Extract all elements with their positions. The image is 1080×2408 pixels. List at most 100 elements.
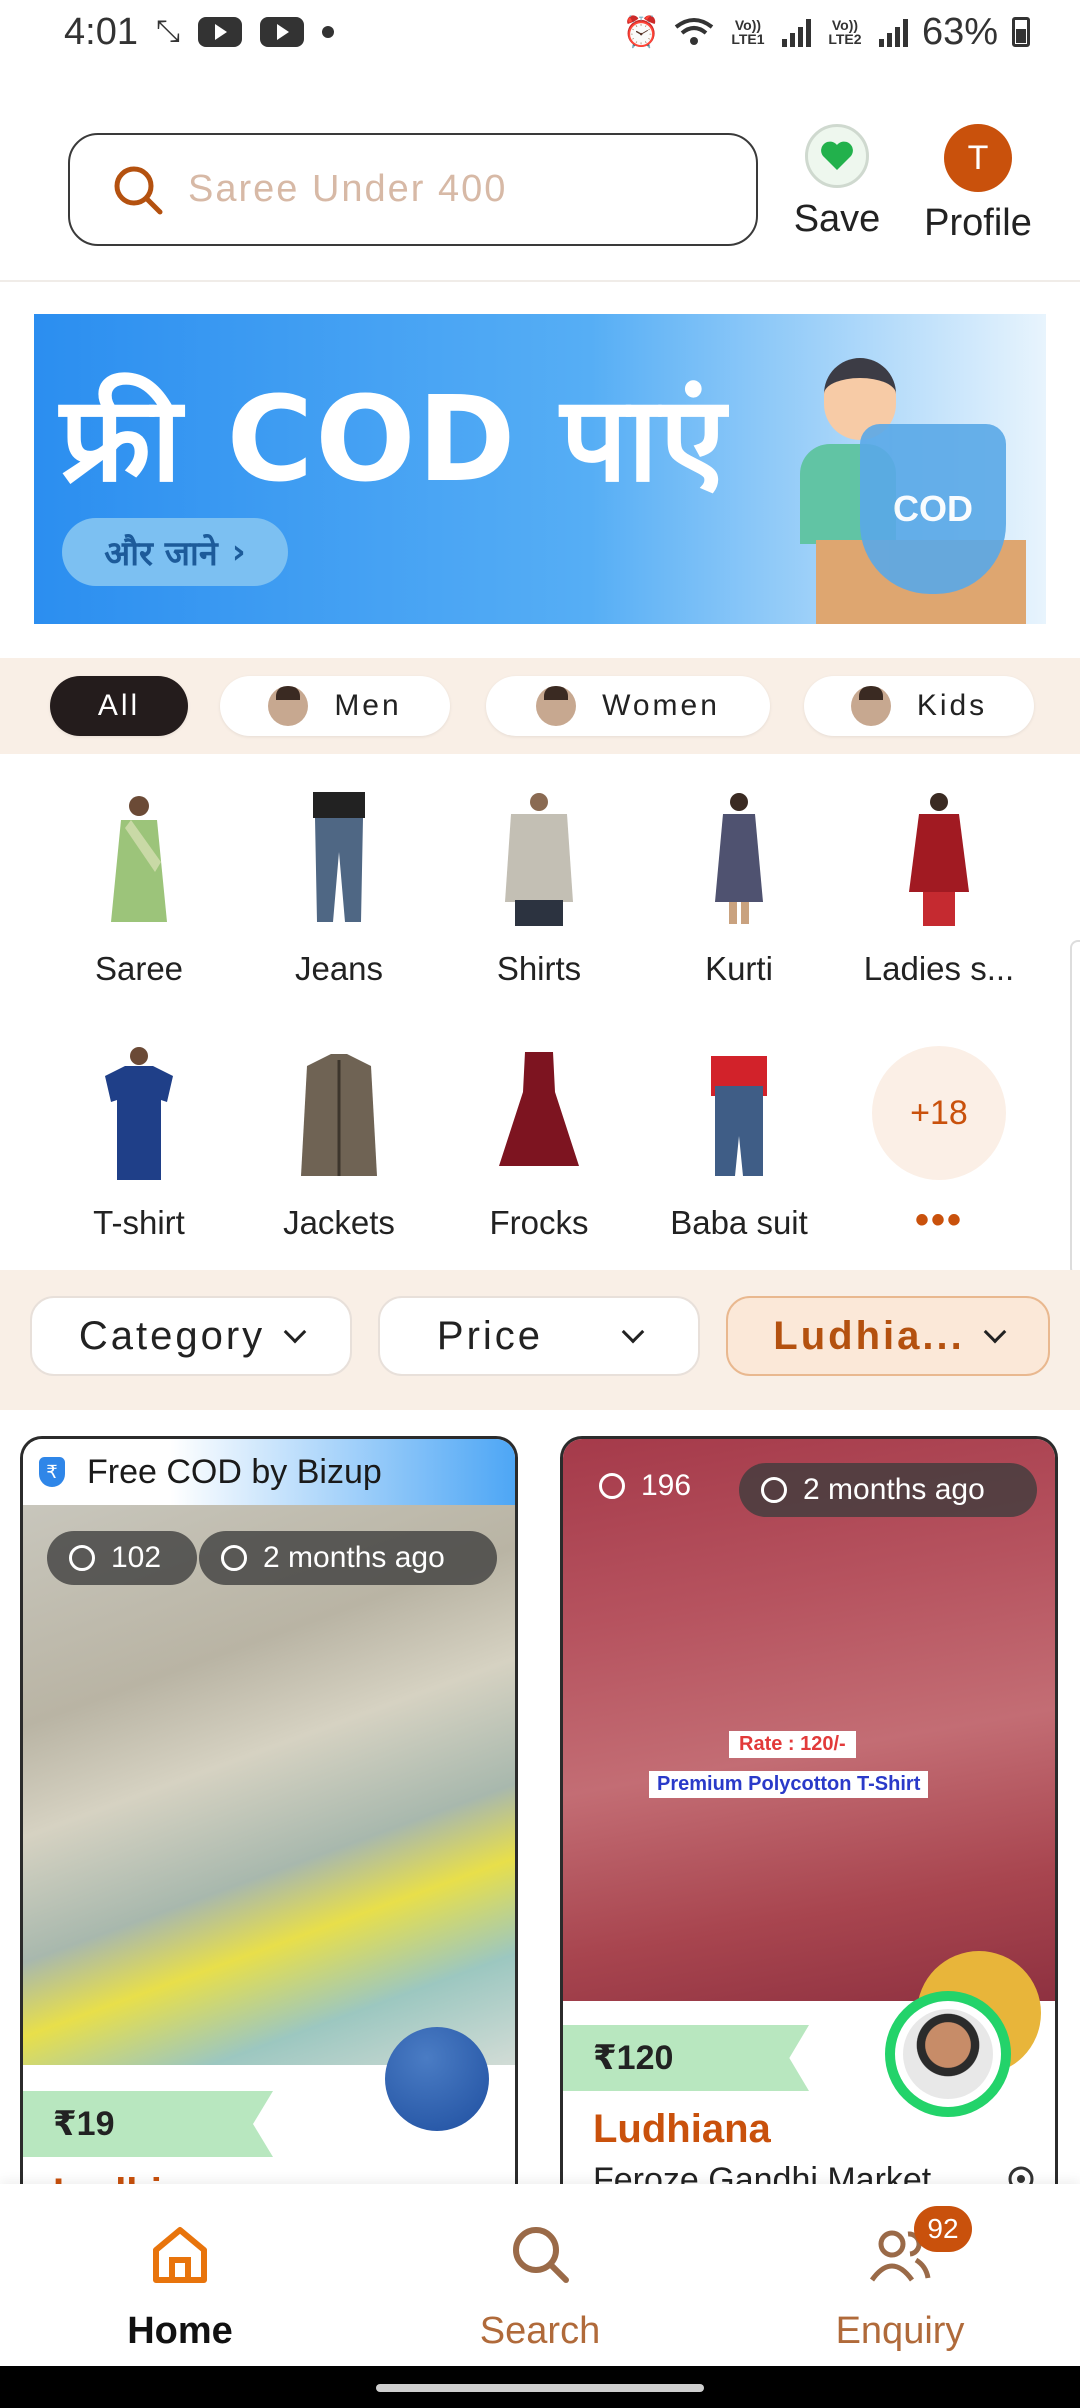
seller-logo	[385, 2027, 489, 2131]
views-count: 102	[111, 1541, 162, 1574]
price-value: ₹19	[53, 2105, 115, 2143]
category-filter-dropdown[interactable]: Category	[30, 1296, 352, 1376]
chevron-down-icon	[621, 1320, 645, 1344]
nav-search[interactable]: Search	[430, 2222, 650, 2353]
more-categories-count: +18	[872, 1046, 1006, 1180]
tab-all-label: All	[97, 689, 141, 722]
profile-label: Profile	[924, 202, 1032, 244]
category-label: Jackets	[283, 1204, 395, 1241]
tab-all[interactable]: All	[50, 676, 188, 736]
tab-women[interactable]: Women	[486, 676, 770, 736]
avatar: T	[944, 124, 1012, 192]
scrollbar[interactable]	[1070, 940, 1080, 1276]
save-label: Save	[793, 198, 881, 240]
category-label: T-shirt	[93, 1204, 185, 1241]
status-bar: 4:01 ⤡ ⏰ Vo)) LTE1 Vo)) LTE2 63%	[0, 0, 1080, 64]
whatsapp-icon	[599, 1473, 625, 1499]
category-label: Saree	[94, 950, 184, 987]
home-gesture-handle[interactable]	[376, 2384, 704, 2392]
banner-learn-more-button[interactable]: और जाने ›	[62, 518, 288, 586]
system-navigation-bar	[0, 2366, 1080, 2408]
clock-icon	[761, 1477, 787, 1503]
bottom-navigation: Home Search 92 Enquiry	[0, 2184, 1080, 2366]
shirt-image	[491, 792, 587, 926]
category-jackets[interactable]: Jackets	[244, 1046, 434, 1242]
signal-icon	[781, 17, 811, 47]
rate-text: Rate : 120/-	[739, 1733, 846, 1755]
product-name-text: Premium Polycotton T-Shirt	[657, 1773, 921, 1795]
chevron-down-icon	[283, 1320, 307, 1344]
save-button[interactable]: Save	[790, 124, 884, 241]
heart-icon	[805, 124, 869, 188]
kids-avatar	[850, 686, 891, 726]
category-tshirt[interactable]: T-shirt	[44, 1046, 234, 1242]
kurti-image	[691, 792, 787, 926]
jeans-image	[291, 792, 387, 926]
product-image	[23, 1505, 515, 2065]
men-avatar	[268, 686, 309, 726]
location-filter-label: Ludhia...	[773, 1313, 965, 1358]
promo-banner[interactable]: फ्री COD पाएं और जाने › COD	[34, 314, 1046, 624]
views-badge: 102	[47, 1531, 197, 1585]
avatar	[903, 2009, 993, 2099]
category-kurti[interactable]: Kurti	[644, 792, 834, 988]
location-filter-dropdown[interactable]: Ludhia...	[726, 1296, 1050, 1376]
category-label: Baba suit	[670, 1204, 808, 1241]
chevron-right-icon: ›	[231, 532, 246, 572]
product-card[interactable]: ₹ Free COD by Bizup 102 2 months ago ₹19…	[20, 1436, 518, 2196]
category-frocks[interactable]: Frocks	[444, 1046, 634, 1242]
tab-kids-label: Kids	[916, 689, 988, 722]
category-saree[interactable]: Saree	[44, 792, 234, 988]
search-icon	[513, 2227, 569, 2283]
category-label: Shirts	[496, 950, 582, 987]
product-name-sticker: Premium Polycotton T-Shirt	[649, 1771, 929, 1798]
time-text: 2 months ago	[803, 1473, 985, 1506]
product-card[interactable]: Rate : 120/- Premium Polycotton T-Shirt …	[560, 1436, 1058, 2196]
shield-text: COD	[893, 488, 973, 529]
category-label: Ladies s...	[863, 950, 1015, 987]
nav-home-label: Home	[127, 2310, 233, 2352]
seller-avatar[interactable]	[885, 1991, 1011, 2117]
tab-women-label: Women	[602, 689, 720, 722]
cod-shield-icon: COD	[860, 424, 1006, 594]
free-cod-banner: ₹ Free COD by Bizup	[23, 1439, 515, 1505]
more-dots-icon: •••	[914, 1198, 963, 1242]
product-image	[563, 1439, 1055, 2001]
price-filter-dropdown[interactable]: Price	[378, 1296, 700, 1376]
chevron-down-icon	[983, 1320, 1007, 1344]
clock-icon	[221, 1545, 247, 1571]
search-placeholder: Saree Under 400	[188, 168, 508, 210]
rate-sticker: Rate : 120/-	[729, 1731, 856, 1758]
category-baba-suit[interactable]: Baba suit	[644, 1046, 834, 1242]
nav-search-label: Search	[479, 2310, 601, 2352]
nav-home[interactable]: Home	[70, 2222, 290, 2353]
profile-button[interactable]: T Profile	[918, 124, 1038, 245]
tab-men-label: Men	[334, 689, 402, 722]
category-ladies-suit[interactable]: Ladies s...	[844, 792, 1034, 988]
category-jeans[interactable]: Jeans	[244, 792, 434, 988]
youtube-icon	[197, 17, 242, 47]
category-label: Frocks	[489, 1204, 589, 1241]
status-time: 4:01	[64, 10, 138, 53]
signal-icon	[878, 17, 908, 47]
search-input[interactable]: Saree Under 400	[68, 133, 758, 246]
tab-kids[interactable]: Kids	[804, 676, 1034, 736]
category-filter-label: Category	[78, 1313, 266, 1358]
price-value: ₹120	[593, 2039, 674, 2077]
more-categories-button[interactable]: +18 •••	[844, 1046, 1034, 1243]
wifi-icon	[674, 18, 714, 45]
banner-title: फ्री COD पाएं	[60, 370, 728, 508]
category-shirts[interactable]: Shirts	[444, 792, 634, 988]
tab-men[interactable]: Men	[220, 676, 450, 736]
nav-enquiry[interactable]: 92 Enquiry	[790, 2206, 1010, 2353]
free-cod-text: Free COD by Bizup	[87, 1452, 382, 1491]
nav-enquiry-label: Enquiry	[835, 2310, 965, 2352]
search-icon	[114, 166, 163, 214]
enquiry-count-badge: 92	[914, 2206, 972, 2252]
nfc-icon: ⤡	[155, 15, 180, 48]
notification-dot-icon	[321, 26, 334, 38]
lte1-label: Vo)) LTE1	[731, 17, 765, 47]
lte2-label: Vo)) LTE2	[828, 17, 862, 47]
jacket-image	[291, 1046, 387, 1180]
price-tag: ₹120	[563, 2025, 809, 2091]
